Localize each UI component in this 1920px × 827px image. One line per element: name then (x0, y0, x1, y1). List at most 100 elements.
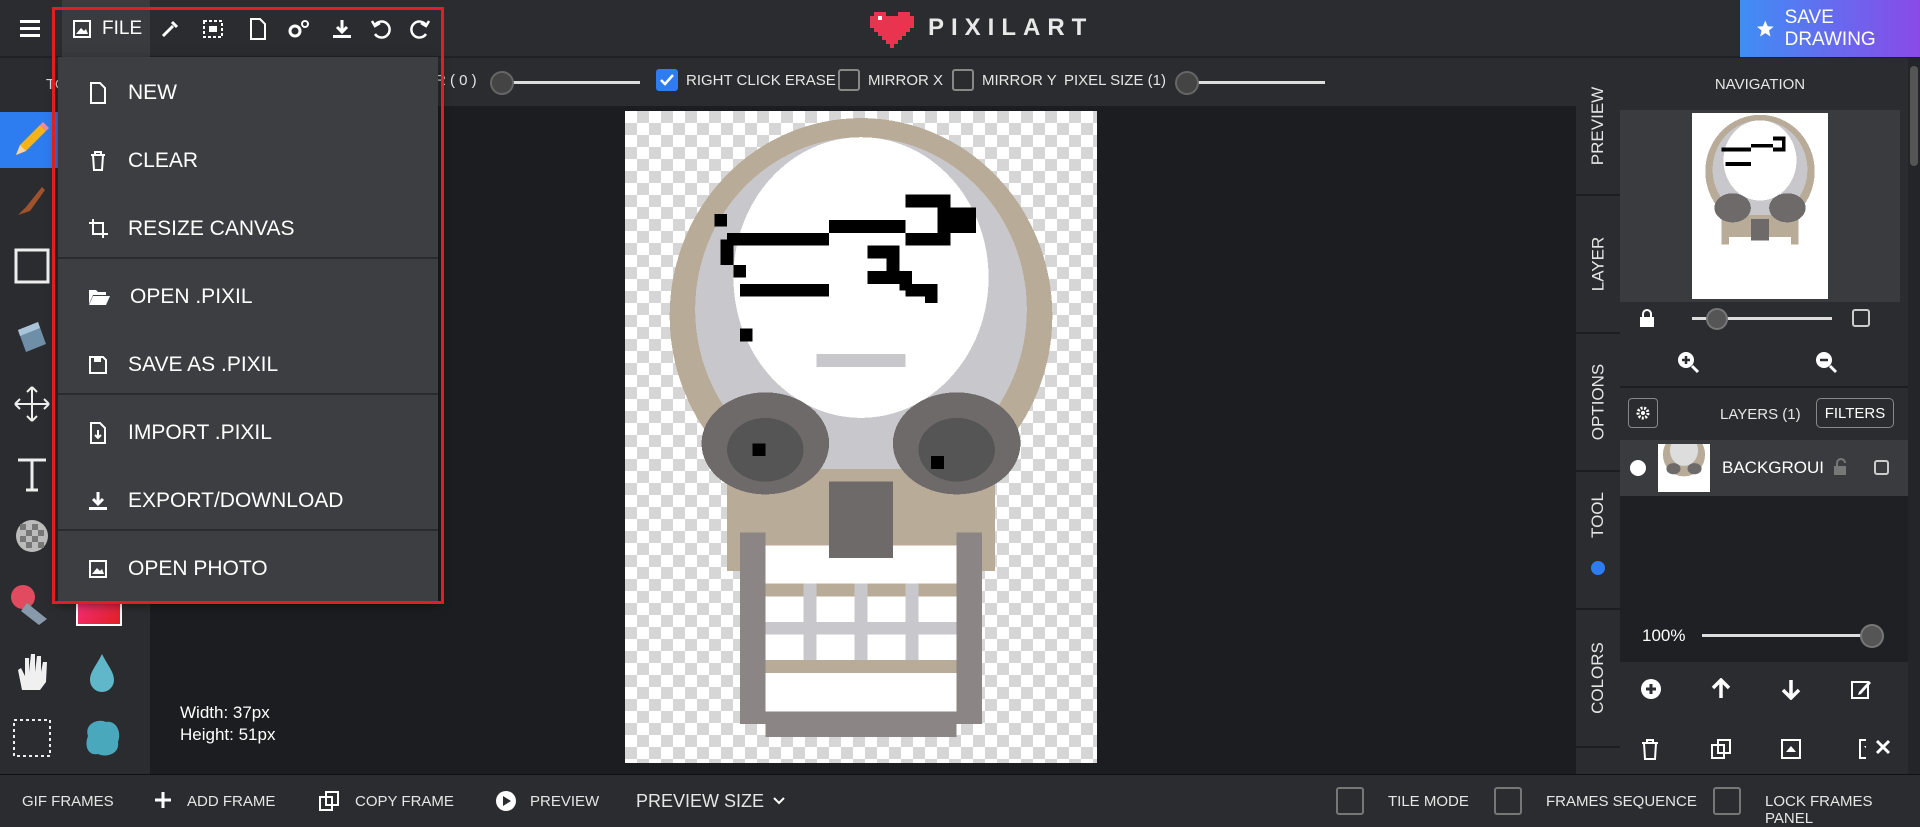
marquee-icon (13, 719, 51, 757)
lock-frames-panel-label: LOCK FRAMES PANEL (1765, 793, 1873, 827)
text-icon (18, 458, 46, 492)
close-icon (1875, 739, 1891, 755)
close-panel-button[interactable] (1866, 730, 1900, 764)
mirror-y-checkbox[interactable] (952, 69, 974, 91)
zoom-slider-knob[interactable] (1706, 308, 1728, 330)
check-icon (660, 74, 674, 86)
star-icon (1756, 20, 1774, 36)
rectangle-icon (14, 248, 50, 284)
bottom-frames-bar: GIF FRAMES ADD FRAME COPY FRAME PREVIEW … (0, 774, 1920, 827)
zoom-in-icon[interactable] (1676, 350, 1700, 374)
duplicate-layer-icon[interactable] (1710, 738, 1732, 760)
tab-preview[interactable]: PREVIEW (1576, 58, 1620, 194)
layers-title: LAYERS (1) (1720, 406, 1801, 423)
pixel-size-label: PIXEL SIZE (1) (1064, 72, 1166, 89)
scrollbar-thumb[interactable] (1910, 66, 1918, 166)
canvas-width-label: Width: 37px (180, 703, 270, 722)
add-frame-button[interactable]: ADD FRAME (187, 793, 275, 810)
tile-mode-checkbox[interactable] (1336, 787, 1364, 815)
eraser-icon (11, 585, 47, 625)
add-layer-icon[interactable] (1640, 678, 1662, 700)
lock-icon[interactable] (1638, 308, 1656, 328)
opacity-slider-knob[interactable] (1860, 624, 1884, 648)
panel-scrollbar[interactable] (1908, 58, 1920, 774)
size-slider-track[interactable] (500, 81, 640, 84)
gif-frames-label[interactable]: GIF FRAMES (22, 793, 114, 810)
chevron-down-icon[interactable] (772, 795, 786, 807)
play-icon (496, 791, 516, 811)
highlight-box (52, 7, 444, 604)
logo: PIXILART (870, 8, 1093, 48)
tab-options[interactable]: OPTIONS (1576, 334, 1620, 470)
pixel-size-slider-track[interactable] (1185, 81, 1325, 84)
right-click-erase-label: RIGHT CLICK ERASE (686, 72, 836, 89)
filters-button[interactable]: FILTERS (1816, 398, 1894, 428)
tab-label: PREVIEW (1588, 86, 1607, 166)
tab-label: LAYER (1588, 236, 1607, 292)
pixel-size-slider-knob[interactable] (1175, 71, 1199, 95)
layer-thumbnail (1658, 444, 1710, 492)
side-tabs: PREVIEW LAYER OPTIONS TOOL COLORS (1576, 58, 1620, 774)
hand-tool[interactable] (4, 644, 60, 700)
smudge-tool[interactable] (74, 710, 130, 766)
right-click-erase-checkbox[interactable] (656, 69, 678, 91)
gear-icon (1636, 406, 1650, 420)
layer-checkbox[interactable] (1874, 460, 1889, 475)
frames-sequence-checkbox[interactable] (1494, 787, 1522, 815)
tab-label: COLORS (1588, 642, 1608, 714)
layer-row[interactable]: BACKGROUI (1620, 440, 1920, 496)
layer-settings-button[interactable] (1628, 398, 1658, 428)
tab-label: TOOL (1588, 492, 1608, 538)
panel-divider (1620, 386, 1920, 388)
tile-mode-label: TILE MODE (1388, 793, 1469, 810)
select-tool[interactable] (4, 710, 60, 766)
sponge-icon (86, 720, 120, 756)
navigation-checkbox[interactable] (1852, 309, 1870, 327)
right-panel: NAVIGATION LAYERS (1) FILTERS BACKGROUI … (1620, 58, 1920, 774)
unlock-icon[interactable] (1832, 458, 1850, 476)
save-drawing-button[interactable]: SAVE DRAWING (1740, 0, 1920, 57)
pencil-icon (16, 122, 49, 155)
layer-thumbnail-image (1662, 444, 1706, 477)
layer-visibility-icon[interactable] (1630, 460, 1646, 476)
mirror-y-label: MIRROR Y (982, 72, 1057, 89)
logo-text: PIXILART (928, 14, 1094, 41)
heart-logo-icon (870, 12, 914, 48)
tab-layer[interactable]: LAYER (1576, 196, 1620, 332)
move-layer-down-icon[interactable] (1780, 678, 1802, 700)
dither-icon (16, 520, 48, 552)
move-layer-up-icon[interactable] (1710, 678, 1732, 700)
layer-name: BACKGROUI (1722, 458, 1825, 477)
droplet-icon (90, 654, 114, 692)
brush-icon (18, 187, 45, 215)
navigation-preview[interactable] (1692, 113, 1828, 299)
delete-layer-icon[interactable] (1640, 738, 1660, 760)
canvas-height-label: Height: 51px (180, 725, 276, 744)
size-slider-knob[interactable] (490, 71, 514, 95)
opacity-slider-track[interactable] (1702, 634, 1876, 637)
navigation-title: NAVIGATION (1714, 76, 1806, 93)
hand-icon (18, 654, 47, 690)
zoom-out-icon[interactable] (1814, 350, 1838, 374)
preview-size-select[interactable]: PREVIEW SIZE (636, 791, 764, 812)
merge-up-icon[interactable] (1780, 738, 1802, 760)
skull-pixel-art (669, 118, 1053, 737)
paint-bucket-icon (18, 322, 46, 352)
mirror-x-label: MIRROR X (868, 72, 943, 89)
active-dot-icon (1591, 561, 1605, 575)
preview-button[interactable]: PREVIEW (530, 793, 599, 810)
tab-colors[interactable]: COLORS (1576, 610, 1620, 746)
mirror-x-checkbox[interactable] (838, 69, 860, 91)
canvas-dimensions: Width: 37px Height: 51px (180, 702, 275, 746)
lock-frames-panel-checkbox[interactable] (1713, 787, 1741, 815)
edit-layer-icon[interactable] (1850, 678, 1872, 700)
save-drawing-label: SAVE DRAWING (1784, 6, 1876, 50)
tab-divider (1576, 746, 1620, 748)
copy-frame-button[interactable]: COPY FRAME (355, 793, 454, 810)
copy-frame-icon (319, 791, 339, 811)
tab-tool[interactable]: TOOL (1576, 472, 1620, 608)
drawing-canvas[interactable] (625, 111, 1097, 763)
menu-icon[interactable] (18, 16, 44, 40)
tab-label: OPTIONS (1588, 363, 1608, 441)
blur-tool[interactable] (74, 644, 130, 700)
